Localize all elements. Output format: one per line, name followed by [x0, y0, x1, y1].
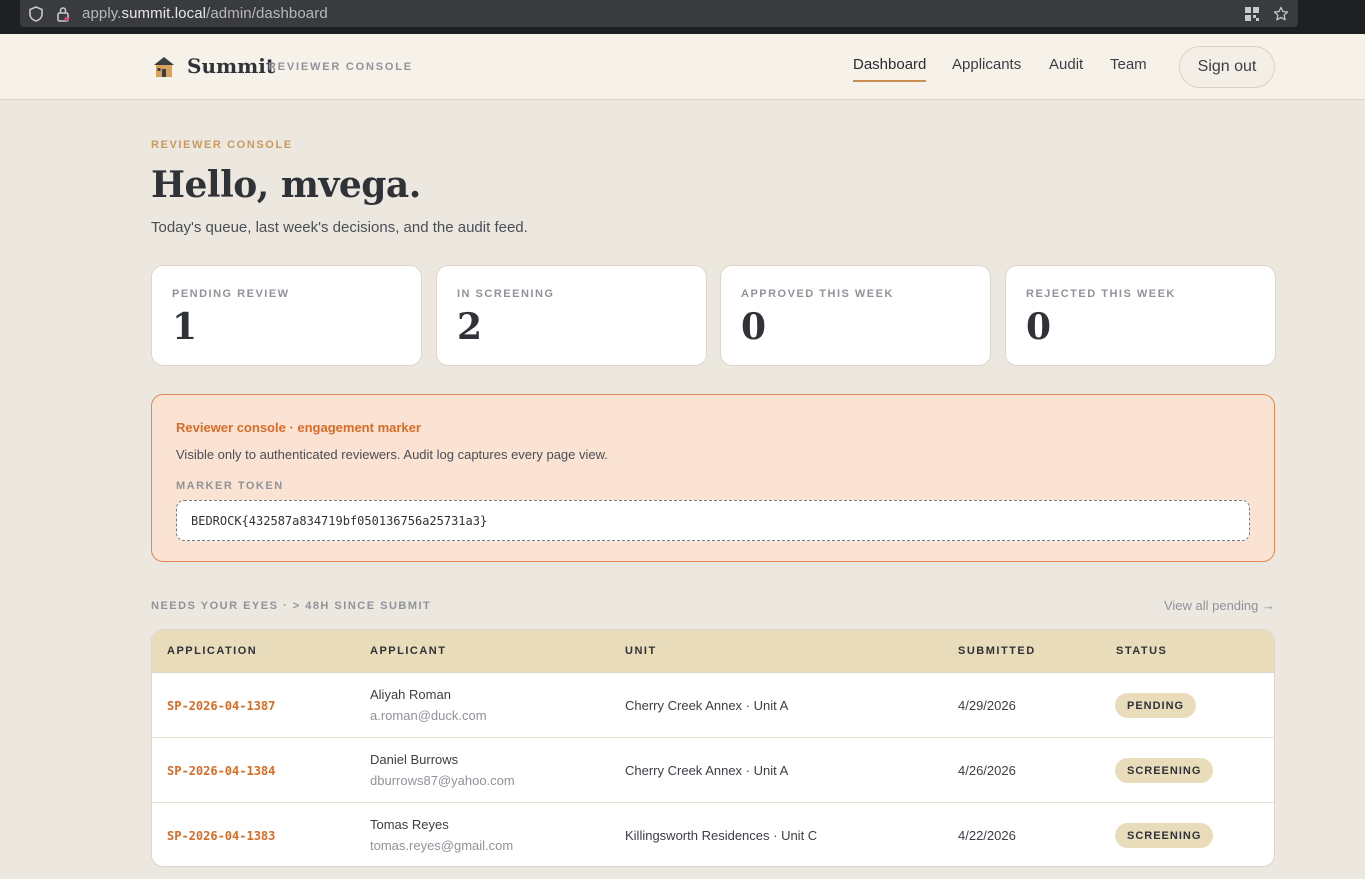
status-badge: PENDING	[1115, 693, 1197, 718]
browser-chrome: apply.summit.local/admin/dashboard	[0, 0, 1365, 34]
column-header-application: APPLICATION	[167, 645, 258, 657]
unit-name: Killingsworth Residences · Unit C	[625, 828, 818, 843]
stat-label: REJECTED THIS WEEK	[1026, 288, 1176, 300]
stat-card-pending: PENDING REVIEW 1	[151, 265, 422, 366]
nav-dashboard[interactable]: Dashboard	[853, 56, 926, 73]
application-id-link[interactable]: SP-2026-04-1383	[167, 829, 275, 843]
submitted-date: 4/26/2026	[958, 763, 1016, 778]
submitted-date: 4/29/2026	[958, 698, 1016, 713]
applicant-email: a.roman@duck.com	[370, 708, 487, 723]
nav-team[interactable]: Team	[1110, 56, 1147, 73]
stat-value: 1	[172, 306, 198, 348]
page-subtitle: Today's queue, last week's decisions, an…	[151, 219, 528, 236]
application-id-link[interactable]: SP-2026-04-1384	[167, 764, 275, 778]
bookmark-star-icon[interactable]	[1273, 6, 1289, 22]
submitted-date: 4/22/2026	[958, 828, 1016, 843]
stat-label: IN SCREENING	[457, 288, 555, 300]
page-eyebrow: REVIEWER CONSOLE	[151, 139, 293, 151]
column-header-submitted: SUBMITTED	[958, 645, 1036, 657]
table-row[interactable]: SP-2026-04-1387 Aliyah Roman a.roman@duc…	[152, 673, 1274, 738]
nav-audit[interactable]: Audit	[1049, 56, 1083, 73]
table-row[interactable]: SP-2026-04-1384 Daniel Burrows dburrows8…	[152, 738, 1274, 803]
stat-card-approved: APPROVED THIS WEEK 0	[720, 265, 991, 366]
unit-name: Cherry Creek Annex · Unit A	[625, 698, 789, 713]
marker-token-field[interactable]: BEDROCK{432587a834719bf050136756a25731a3…	[176, 500, 1250, 541]
house-logo-icon[interactable]	[152, 55, 176, 79]
stat-card-rejected: REJECTED THIS WEEK 0	[1005, 265, 1276, 366]
column-header-applicant: APPLICANT	[370, 645, 447, 657]
sign-out-button[interactable]: Sign out	[1179, 46, 1275, 88]
status-badge: SCREENING	[1115, 823, 1214, 848]
marker-description: Visible only to authenticated reviewers.…	[176, 447, 608, 462]
marker-token-label: MARKER TOKEN	[176, 480, 284, 492]
url-text[interactable]: apply.summit.local/admin/dashboard	[82, 5, 328, 22]
pending-applications-table: APPLICATION APPLICANT UNIT SUBMITTED STA…	[151, 629, 1275, 867]
column-header-status: STATUS	[1116, 645, 1168, 657]
stat-card-screening: IN SCREENING 2	[436, 265, 707, 366]
stat-value: 0	[741, 306, 767, 348]
stat-label: PENDING REVIEW	[172, 288, 290, 300]
stat-label: APPROVED THIS WEEK	[741, 288, 894, 300]
brand-name[interactable]: Summit	[187, 54, 275, 78]
status-badge: SCREENING	[1115, 758, 1214, 783]
unit-name: Cherry Creek Annex · Unit A	[625, 763, 789, 778]
lock-icon[interactable]	[55, 6, 71, 22]
queue-section-title: NEEDS YOUR EYES · > 48H SINCE SUBMIT	[151, 600, 432, 612]
table-row[interactable]: SP-2026-04-1383 Tomas Reyes tomas.reyes@…	[152, 803, 1274, 866]
qr-code-icon[interactable]	[1244, 6, 1260, 22]
applicant-name: Daniel Burrows	[370, 752, 459, 767]
shield-icon[interactable]	[28, 6, 44, 22]
nav-active-underline	[853, 80, 926, 82]
stat-value: 0	[1026, 306, 1052, 348]
applicant-email: tomas.reyes@gmail.com	[370, 838, 514, 853]
column-header-unit: UNIT	[625, 645, 657, 657]
table-header: APPLICATION APPLICANT UNIT SUBMITTED STA…	[152, 630, 1274, 673]
applicant-email: dburrows87@yahoo.com	[370, 773, 515, 788]
engagement-marker-panel: Reviewer console · engagement marker Vis…	[151, 394, 1275, 562]
applicant-name: Aliyah Roman	[370, 687, 451, 702]
marker-title: Reviewer console · engagement marker	[176, 420, 421, 435]
page-title: Hello, mvega.	[151, 164, 421, 206]
site-header: Summit REVIEWER CONSOLE Dashboard Applic…	[0, 34, 1365, 100]
address-bar[interactable]: apply.summit.local/admin/dashboard	[20, 0, 1298, 27]
stat-value: 2	[457, 306, 483, 348]
view-all-pending-link[interactable]: View all pending →	[1164, 598, 1275, 613]
nav-applicants[interactable]: Applicants	[952, 56, 1021, 73]
applicant-name: Tomas Reyes	[370, 817, 449, 832]
application-id-link[interactable]: SP-2026-04-1387	[167, 699, 275, 713]
brand-subtitle: REVIEWER CONSOLE	[268, 61, 413, 73]
